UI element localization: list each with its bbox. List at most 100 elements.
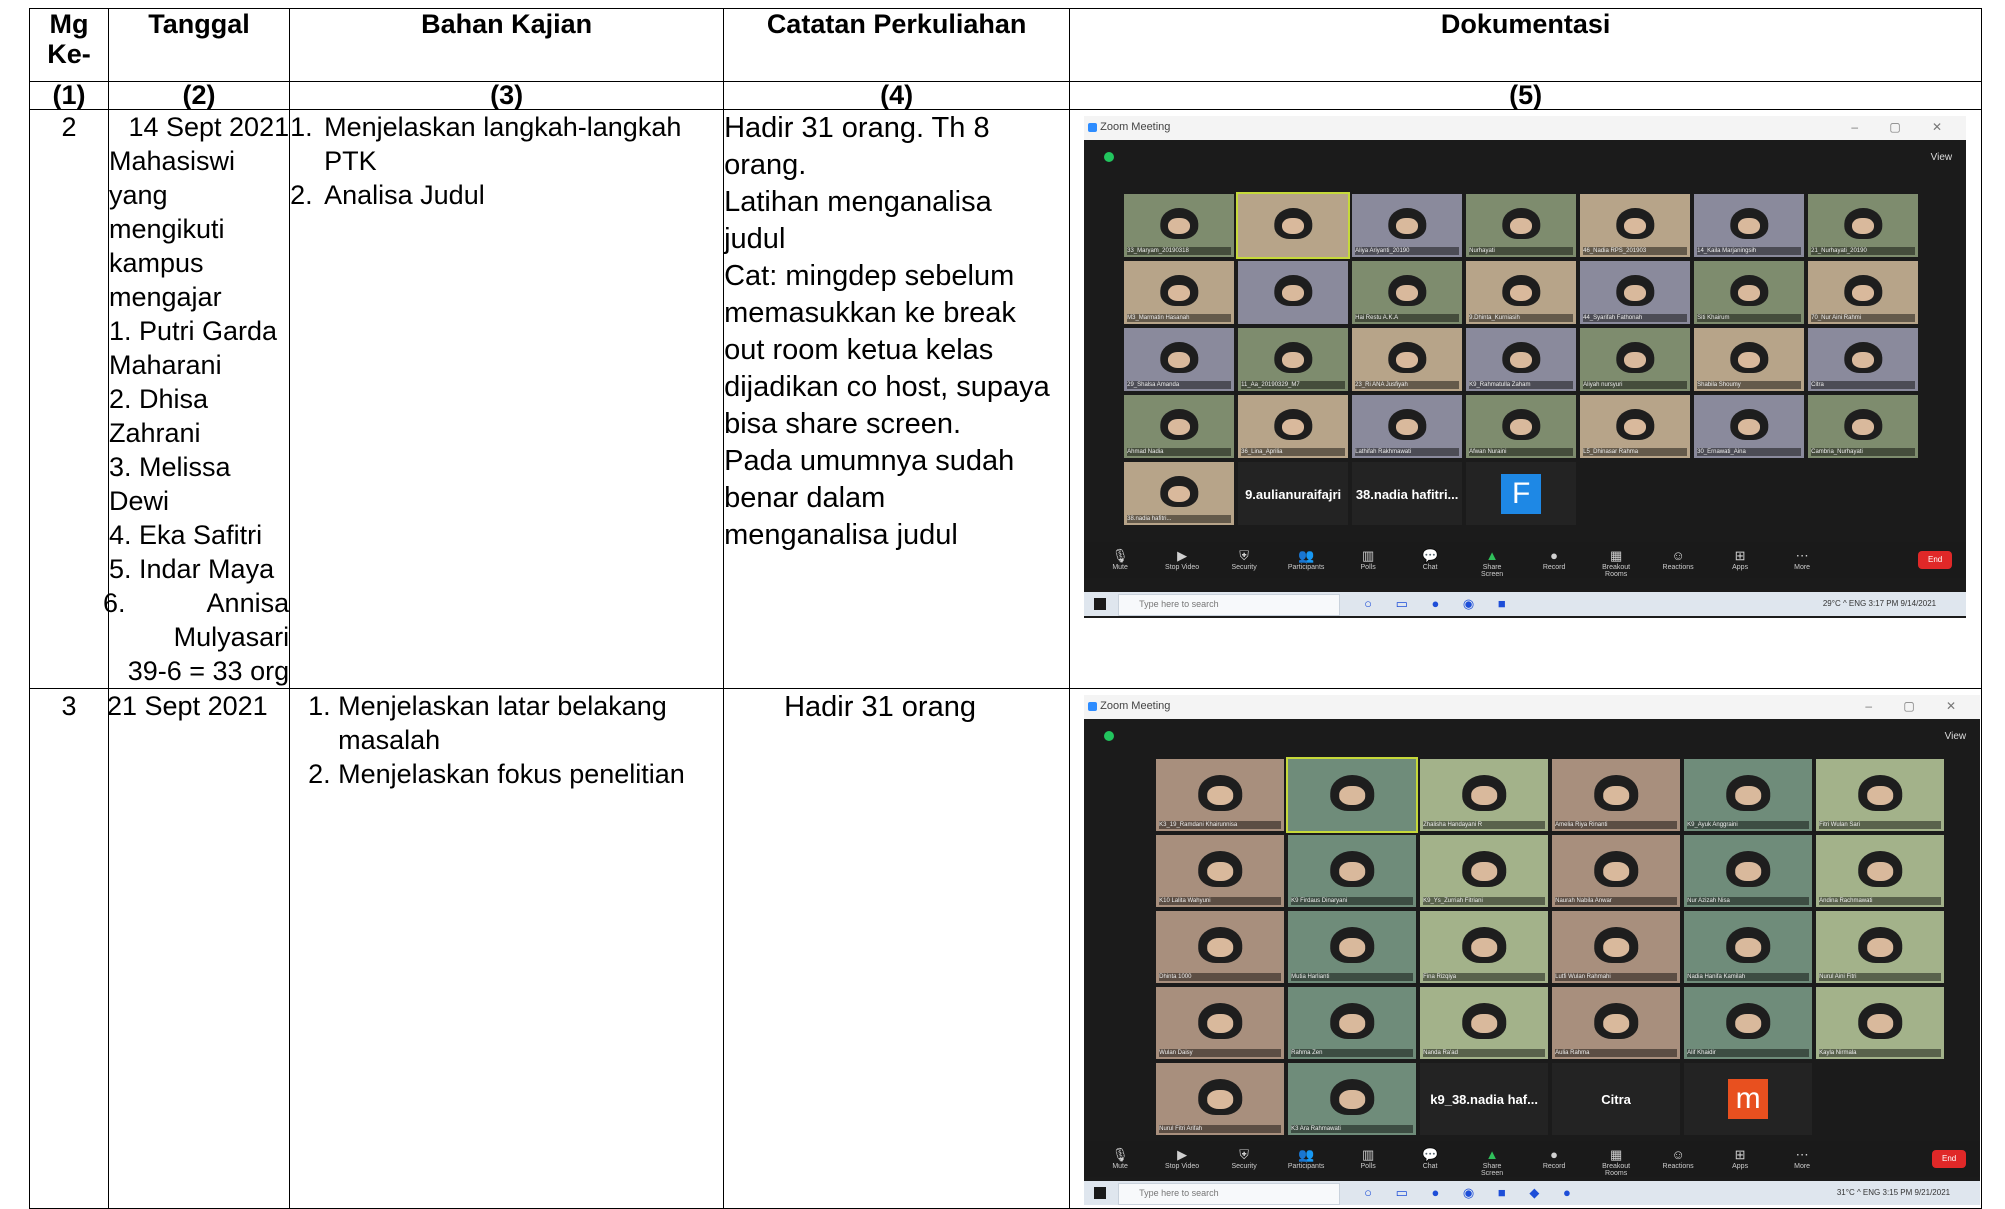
header-tanggal: Tanggal	[107, 8, 291, 82]
participant-face-shape	[1282, 284, 1305, 302]
participant-name: Andina Rachmawati	[1819, 897, 1942, 905]
participant-name-tile: Citra	[1552, 1063, 1681, 1135]
zoom-control-polls[interactable]: ▥ Polls	[1348, 548, 1388, 571]
zoom-control-more[interactable]: ⋯ More	[1782, 1147, 1822, 1170]
encryption-shield-icon	[1104, 731, 1115, 741]
taskbar-apps-icon: ○ ▭ ● ◉ ■ ◆ ●	[1364, 1185, 1581, 1200]
zoom-control-icon: 🎙	[1111, 548, 1129, 563]
participant-tile: Aliyah nursyuri	[1580, 328, 1691, 391]
participant-name: Nanda Ra'ad	[1423, 1049, 1546, 1057]
zoom-control-label: Breakout Rooms	[1602, 1163, 1631, 1177]
zoom-title-bar: Zoom Meeting – ▢ ✕	[1084, 116, 1967, 140]
participant-tile: L5_Dhinasar Rahma	[1580, 395, 1691, 458]
participant-face-shape	[1339, 1014, 1365, 1034]
zoom-control-icon: ▦	[1609, 1147, 1623, 1162]
zoom-control-label: Reactions	[1662, 1163, 1694, 1170]
participant-face-shape	[1735, 1014, 1761, 1034]
col-number: (2)	[107, 81, 291, 110]
participant-avatar-tile: m	[1684, 1063, 1813, 1135]
participant-face-shape	[1852, 284, 1875, 302]
zoom-control-reactions[interactable]: ☺ Reactions	[1658, 548, 1698, 571]
zoom-control-label: Stop Video	[1165, 1163, 1200, 1170]
zoom-control-reactions[interactable]: ☺ Reactions	[1658, 1147, 1698, 1170]
zoom-control-share-screen[interactable]: ▲ Share Screen	[1472, 1147, 1512, 1177]
zoom-control-icon: ▦	[1609, 548, 1623, 563]
participant-face-shape	[1738, 284, 1761, 302]
date-line: 21 Sept 2021	[107, 691, 268, 721]
participant-face-shape	[1735, 938, 1761, 958]
note-line: Cat: mingdep sebelum	[724, 260, 1015, 292]
zoom-control-share-screen[interactable]: ▲ Share Screen	[1472, 548, 1512, 578]
participant-face-shape	[1339, 938, 1365, 958]
zoom-control-record[interactable]: ● Record	[1534, 1147, 1574, 1170]
zoom-control-chat[interactable]: 💬 Chat	[1410, 548, 1450, 571]
meeting-number: 3	[29, 688, 109, 1209]
participant-face-shape	[1510, 217, 1533, 235]
participant-name: 30_Ernawati_Aina	[1697, 448, 1802, 456]
zoom-control-mute[interactable]: 🎙 Mute	[1100, 548, 1140, 571]
zoom-control-stop-video[interactable]: ▶ Stop Video	[1162, 548, 1202, 571]
zoom-control-stop-video[interactable]: ▶ Stop Video	[1162, 1147, 1202, 1170]
zoom-control-record[interactable]: ● Record	[1534, 548, 1574, 571]
participant-face-shape	[1168, 284, 1191, 302]
note-line: bisa share screen.	[724, 408, 962, 440]
zoom-control-chat[interactable]: 💬 Chat	[1410, 1147, 1450, 1170]
zoom-control-label: Participants	[1287, 1163, 1325, 1170]
zoom-control-security[interactable]: ⛨ Security	[1224, 1147, 1264, 1170]
zoom-control-more[interactable]: ⋯ More	[1782, 548, 1822, 571]
zoom-control-label: Share Screen	[1481, 564, 1504, 578]
view-button: View	[1944, 731, 1967, 742]
participant-name: Wulan Daisy	[1159, 1049, 1282, 1057]
date-line: Mulyasari	[173, 622, 290, 652]
zoom-control-icon: ⋯	[1795, 1147, 1809, 1162]
zoom-control-mute[interactable]: 🎙 Mute	[1100, 1147, 1140, 1170]
zoom-control-security[interactable]: ⛨ Security	[1224, 548, 1264, 571]
note-line: dijadikan co host, supaya	[724, 371, 1050, 403]
participant-face-shape	[1168, 485, 1191, 503]
table-row: 3 21 Sept 2021 Menjelaskan latar belakan…	[29, 688, 1983, 1209]
note-line: benar dalam	[724, 482, 886, 514]
participant-tile: 14_Kaila Marjaningsih	[1694, 194, 1805, 257]
catatan-cell: Hadir 31 orang. Th 8 orang. Latihan meng…	[723, 109, 1071, 689]
zoom-control-polls[interactable]: ▥ Polls	[1348, 1147, 1388, 1170]
participant-name: 9.Dhinta_Kurniasih	[1469, 314, 1574, 322]
window-controls-icon: – ▢ ✕	[1851, 120, 1957, 134]
zoom-control-breakout-rooms[interactable]: ▦ Breakout Rooms	[1596, 548, 1636, 578]
zoom-control-icon: ▶	[1177, 548, 1188, 563]
participant-face-shape	[1282, 217, 1305, 235]
date-line: Mahasiswi	[109, 146, 236, 176]
participant-gallery: 33_Maryam_20190318 Aliya Ariyanti_20190 Nu…	[1124, 192, 1919, 525]
note-line: memasukkan ke break	[724, 297, 1016, 329]
zoom-control-apps[interactable]: ⊞ Apps	[1720, 1147, 1760, 1170]
participant-tile	[1236, 192, 1351, 259]
participant-tile: Nanda Ra'ad	[1420, 987, 1549, 1059]
participant-name: K10 Lalita Wahyuni	[1159, 897, 1282, 905]
topic-item: Analisa Judul	[320, 178, 723, 212]
note-line: Pada umumnya sudah	[724, 445, 1015, 477]
participant-name: Fina Rizqiya	[1423, 973, 1546, 981]
participant-tile: Aulia Rahma	[1552, 987, 1681, 1059]
zoom-control-participants[interactable]: 👥 Participants	[1286, 1147, 1326, 1170]
zoom-control-icon: ☺	[1671, 1147, 1685, 1162]
zoom-control-breakout-rooms[interactable]: ▦ Breakout Rooms	[1596, 1147, 1636, 1177]
zoom-control-apps[interactable]: ⊞ Apps	[1720, 548, 1760, 571]
zoom-control-label: Stop Video	[1165, 564, 1200, 571]
end-meeting-button[interactable]: End	[1932, 1150, 1967, 1168]
participant-name: M3_Marmatin Hasanah	[1127, 314, 1232, 322]
participant-face-shape	[1867, 786, 1893, 806]
participant-name: Afwan Nuraini	[1469, 448, 1574, 456]
taskbar-search-placeholder: Type here to search	[1139, 1188, 1219, 1198]
windows-start-icon	[1094, 598, 1107, 610]
participant-name: K3_19_Ramdani Khairunnisa	[1159, 821, 1282, 829]
note-line: judul	[724, 223, 786, 255]
date-line: 14 Sept 2021	[128, 112, 290, 142]
zoom-title-bar: Zoom Meeting – ▢ ✕	[1084, 695, 1981, 719]
zoom-control-icon: 👥	[1298, 548, 1315, 563]
zoom-control-participants[interactable]: 👥 Participants	[1286, 548, 1326, 571]
col-number: (1)	[29, 81, 109, 110]
zoom-control-label: Record	[1542, 1163, 1566, 1170]
col-number: (3)	[289, 81, 725, 110]
end-meeting-button[interactable]: End	[1918, 551, 1953, 569]
participant-face-shape	[1471, 1014, 1497, 1034]
zoom-control-label: Security	[1231, 1163, 1257, 1170]
